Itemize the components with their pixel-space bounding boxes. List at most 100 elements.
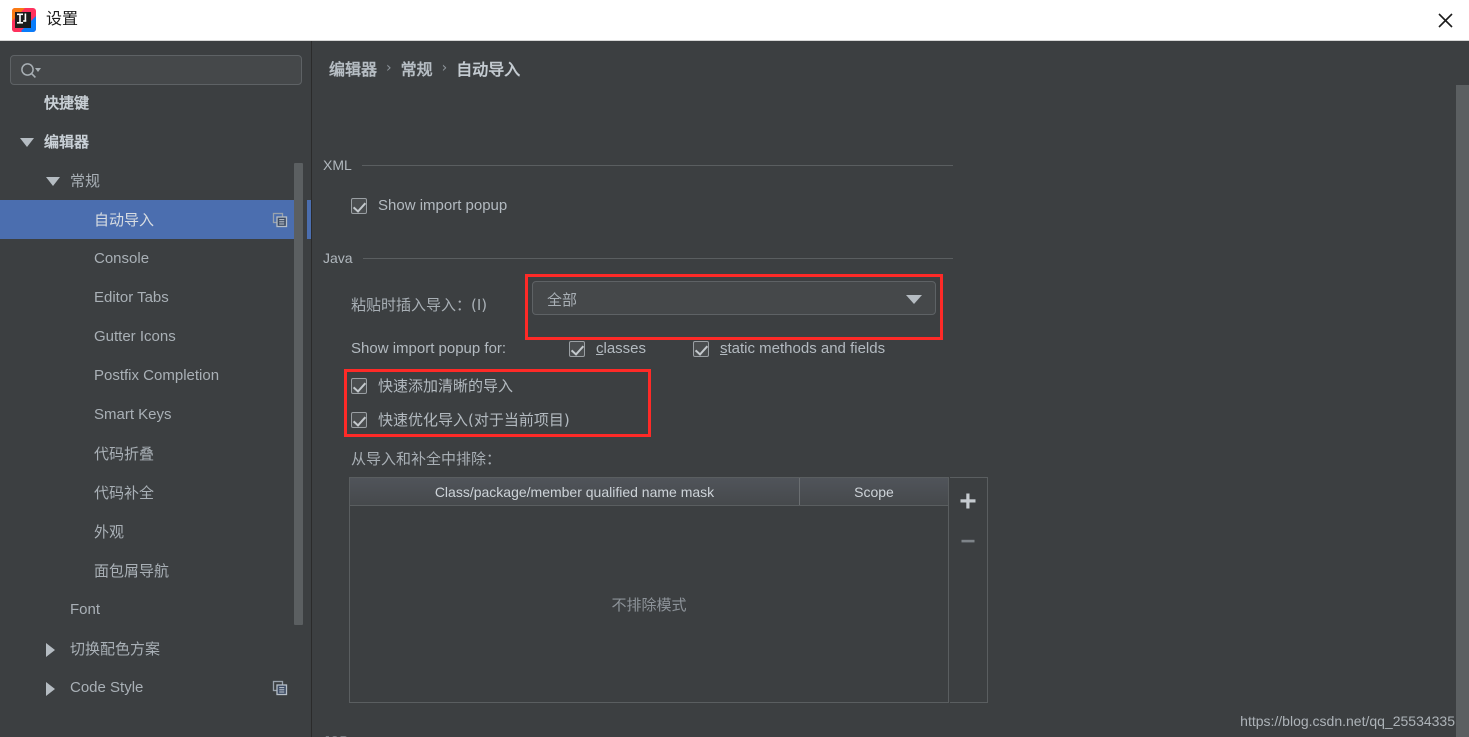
sidebar-item-label: Gutter Icons <box>94 328 176 345</box>
checkbox-label: 快速添加清晰的导入 <box>378 377 514 395</box>
sidebar-scrollbar-thumb[interactable] <box>294 163 303 625</box>
breadcrumb-item-0[interactable]: 编辑器 <box>329 56 377 80</box>
checkbox-label-rest: tatic methods and fields <box>727 340 886 357</box>
breadcrumb-separator: › <box>441 60 448 76</box>
checkbox-box[interactable] <box>351 377 367 394</box>
sidebar-item-Console[interactable]: Console <box>0 239 311 278</box>
settings-tree: 快捷键编辑器常规自动导入 Console Editor Tabs Gutter Ico… <box>0 89 311 737</box>
sidebar-item-面包屑导航[interactable]: 面包屑导航 <box>0 551 311 590</box>
intellij-idea-logo-icon <box>12 8 36 32</box>
section-rule <box>361 164 953 166</box>
table-toolbar <box>950 477 988 703</box>
window-titlebar: 设置 <box>0 0 1469 41</box>
insert-imports-on-paste-label: 粘贴时插入导入：(I) <box>351 296 488 314</box>
table-column-header-mask[interactable]: Class/package/member qualified name mask <box>350 478 800 505</box>
search-input[interactable] <box>47 56 297 84</box>
chevron-down-icon[interactable] <box>46 177 60 186</box>
sidebar-item-Code Style[interactable]: Code Style <box>0 668 311 707</box>
exclude-from-import-label: 从导入和补全中排除： <box>351 450 502 468</box>
sidebar-item-label: 代码补全 <box>94 484 155 502</box>
sidebar-item-Postfix Completion[interactable]: Postfix Completion <box>0 356 311 395</box>
sidebar-item-label: Code Style <box>70 679 144 696</box>
checkbox-label: static methods and fields <box>720 340 885 357</box>
sidebar-item-label: 自动导入 <box>94 211 155 229</box>
sidebar-item-外观[interactable]: 外观 <box>0 512 311 551</box>
breadcrumb-separator: › <box>386 60 392 76</box>
sidebar-item-label: Font <box>70 601 101 618</box>
sidebar-item-快捷键[interactable]: 快捷键 <box>0 83 311 122</box>
table-column-header-scope[interactable]: Scope <box>800 478 948 505</box>
minus-icon <box>961 539 975 543</box>
sidebar-item-切换配色方案[interactable]: 切换配色方案 <box>0 629 311 668</box>
sidebar-scrollbar-track[interactable] <box>294 93 307 737</box>
checkbox-box[interactable] <box>569 340 585 357</box>
settings-main-panel: 编辑器 › 常规 › 自动导入 XML Show import popup Ja… <box>313 41 1469 737</box>
sidebar-item-Gutter Icons[interactable]: Gutter Icons <box>0 317 311 356</box>
sidebar-item-label: Editor Tabs <box>94 289 169 306</box>
close-icon[interactable] <box>1421 0 1469 41</box>
table-header-row: Class/package/member qualified name mask… <box>350 478 948 506</box>
sidebar-item-label: 常规 <box>70 172 101 190</box>
exclude-table: Class/package/member qualified name mask… <box>349 477 949 703</box>
main-scrollbar-track[interactable] <box>1455 41 1469 737</box>
table-empty-placeholder: 不排除模式 <box>611 595 687 614</box>
main-scrollbar-thumb[interactable] <box>1456 85 1469 737</box>
mnemonic-letter: c <box>596 340 604 357</box>
sidebar-item-label: 快捷键 <box>44 94 90 112</box>
checkbox-box[interactable] <box>693 340 709 357</box>
copy-icon[interactable] <box>272 212 288 228</box>
checkbox-box[interactable] <box>351 197 367 214</box>
sidebar-item-常规[interactable]: 常规 <box>0 161 311 200</box>
sidebar-item-代码折叠[interactable]: 代码折叠 <box>0 434 311 473</box>
checkbox-classes[interactable]: classes <box>569 340 646 357</box>
sidebar-item-Editor Tabs[interactable]: Editor Tabs <box>0 278 311 317</box>
sidebar-item-label: 代码折叠 <box>94 445 155 463</box>
sidebar-item-Font[interactable]: Font <box>0 590 311 629</box>
sidebar-item-代码补全[interactable]: 代码补全 <box>0 473 311 512</box>
section-header-jsp: JSP <box>323 733 953 737</box>
sidebar-item-label: 切换配色方案 <box>70 640 161 658</box>
checkbox-label: classes <box>596 340 646 357</box>
sidebar-item-label: 编辑器 <box>44 133 90 151</box>
breadcrumb: 编辑器 › 常规 › 自动导入 <box>329 56 520 80</box>
watermark-text: https://blog.csdn.net/qq_25534335 <box>1240 713 1455 729</box>
chevron-down-icon[interactable] <box>20 138 34 147</box>
show-import-popup-for-label: Show import popup for: <box>351 340 507 357</box>
copy-icon[interactable] <box>272 680 288 696</box>
checkbox-static-methods-and-fields[interactable]: static methods and fields <box>693 340 885 357</box>
table-body[interactable]: 不排除模式 <box>350 506 948 702</box>
add-button[interactable] <box>950 484 986 518</box>
checkbox-box[interactable] <box>351 411 367 428</box>
checkbox-label: 快速优化导入(对于当前项目) <box>378 411 570 429</box>
section-header-java: Java <box>323 250 953 266</box>
sidebar-item-label: Smart Keys <box>94 406 172 423</box>
chevron-right-icon[interactable] <box>46 643 55 657</box>
window-title: 设置 <box>46 11 79 28</box>
checkbox-label-rest: lasses <box>603 340 647 357</box>
sidebar-item-编辑器[interactable]: 编辑器 <box>0 122 311 161</box>
settings-sidebar: 快捷键编辑器常规自动导入 Console Editor Tabs Gutter Ico… <box>0 41 312 737</box>
tree-top-fade <box>0 41 311 49</box>
section-title-java: Java <box>323 250 353 266</box>
remove-button[interactable] <box>950 524 986 558</box>
sidebar-item-label: Postfix Completion <box>94 367 220 384</box>
checkbox-add-unambiguous-imports[interactable]: 快速添加清晰的导入 <box>351 375 513 396</box>
dropdown-selected-value: 全部 <box>547 291 578 309</box>
checkbox-show-import-popup-xml[interactable]: Show import popup <box>351 197 507 214</box>
section-header-xml: XML <box>323 157 953 173</box>
chevron-right-icon[interactable] <box>46 682 55 696</box>
insert-imports-on-paste-dropdown[interactable]: 全部 <box>532 281 936 315</box>
sidebar-item-label: Console <box>94 250 150 267</box>
checkbox-label: Show import popup <box>378 197 508 214</box>
settings-search-box[interactable] <box>10 55 302 85</box>
sidebar-item-label: 面包屑导航 <box>94 562 170 580</box>
sidebar-item-Smart Keys[interactable]: Smart Keys <box>0 395 311 434</box>
mnemonic-letter: s <box>720 340 728 357</box>
section-rule <box>362 257 953 259</box>
sidebar-item-label: 外观 <box>94 523 125 541</box>
breadcrumb-item-1[interactable]: 常规 <box>401 56 433 80</box>
settings-dialog-body: 快捷键 编辑器 常规 自动导入 Console Editor Tabs Gutter Ico… <box>0 41 1469 737</box>
checkbox-optimize-imports-on-the-fly[interactable]: 快速优化导入(对于当前项目) <box>351 409 570 430</box>
sidebar-item-自动导入[interactable]: 自动导入 <box>0 200 311 239</box>
breadcrumb-item-2: 自动导入 <box>456 60 521 79</box>
